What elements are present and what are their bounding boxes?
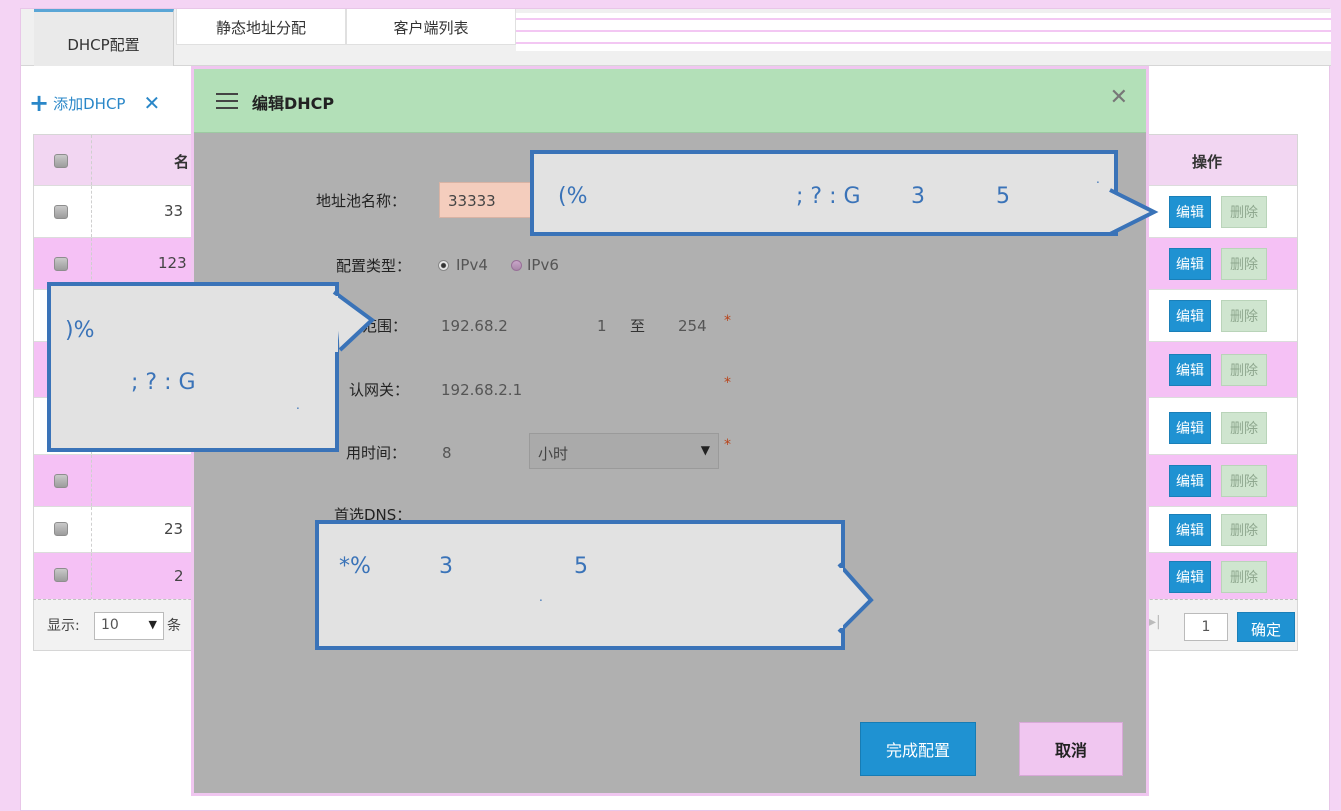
row-name: 123 [158, 254, 187, 272]
delete-button[interactable]: 删除 [1221, 300, 1267, 332]
required-mark: * [724, 375, 731, 391]
menu-icon [216, 93, 238, 109]
page-size-unit: 条 [167, 618, 181, 634]
row-checkbox[interactable] [54, 474, 68, 488]
edit-button[interactable]: 编辑 [1169, 248, 1211, 280]
required-mark: * [724, 313, 731, 329]
tooltip-bubble-bottom: *% 3 5 . [315, 520, 845, 650]
delete-button[interactable]: 删除 [1221, 561, 1267, 593]
page-size-label: 显示: [47, 618, 80, 634]
delete-button[interactable]: 删除 [1221, 248, 1267, 280]
range-start-last-input[interactable]: 1 [597, 317, 607, 335]
chevron-down-icon: ▼ [700, 443, 710, 457]
column-header-ops: 操作 [1192, 153, 1223, 171]
row-checkbox[interactable] [54, 568, 68, 582]
edit-button[interactable]: 编辑 [1169, 514, 1211, 546]
tooltip-pointer-bottom [837, 562, 874, 634]
tab-dhcp-config[interactable]: DHCP配置 [34, 9, 174, 66]
page-confirm-button[interactable]: 确定 [1237, 612, 1295, 642]
row-name: 23 [164, 520, 184, 538]
pool-name-input[interactable]: 33333 [439, 182, 534, 218]
cancel-button[interactable]: 取消 [1019, 722, 1123, 776]
edit-button[interactable]: 编辑 [1169, 561, 1211, 593]
tooltip-pointer-left [330, 290, 376, 352]
page-number-input[interactable]: 1 [1184, 613, 1228, 641]
delete-button[interactable]: 删除 [1221, 412, 1267, 444]
tooltip-bubble-left: )% ; ? : G . [47, 282, 339, 452]
range-end-input[interactable]: 254 [678, 317, 707, 335]
ipv4-label: IPv4 [456, 256, 488, 274]
close-x-icon[interactable]: ✕ [143, 91, 160, 115]
gateway-input[interactable]: 192.68.2.1 [441, 381, 522, 399]
config-type-label: 配置类型： [336, 257, 412, 275]
row-name: 33 [164, 202, 184, 220]
page-size-select[interactable]: 10 ▼ [94, 612, 164, 640]
lease-time-input[interactable]: 8 [442, 444, 452, 462]
ipv6-label: IPv6 [527, 256, 559, 274]
tab-client-list[interactable]: 客户端列表 [346, 9, 516, 45]
required-mark: * [724, 437, 731, 453]
edit-button[interactable]: 编辑 [1169, 196, 1211, 228]
tab-bar-decoration [516, 13, 1331, 51]
tab-static-address[interactable]: 静态地址分配 [176, 9, 346, 45]
radio-ipv4[interactable] [438, 257, 449, 273]
chevron-down-icon: ▼ [148, 618, 157, 631]
modal-title: 编辑DHCP [252, 94, 335, 113]
tooltip-bubble-top: (% ; ? : G 3 5 . [530, 150, 1118, 236]
modal-header: 编辑DHCP ✕ [194, 69, 1146, 133]
edit-button[interactable]: 编辑 [1169, 300, 1211, 332]
finish-config-button[interactable]: 完成配置 [860, 722, 976, 776]
last-page-icon[interactable]: ▸| [1149, 614, 1161, 630]
edit-button[interactable]: 编辑 [1169, 412, 1211, 444]
delete-button[interactable]: 删除 [1221, 196, 1267, 228]
close-icon[interactable]: ✕ [1110, 85, 1128, 110]
range-to-label: 至 [630, 317, 646, 335]
select-all-checkbox[interactable] [54, 154, 68, 168]
toolbar: + 添加DHCP ✕ [29, 91, 160, 115]
delete-button[interactable]: 删除 [1221, 514, 1267, 546]
row-name: 2 [174, 567, 184, 585]
pool-name-label: 地址池名称： [316, 192, 407, 210]
column-header-name: 名 [174, 153, 190, 171]
lease-unit-select[interactable]: 小时 ▼ [529, 433, 719, 469]
row-checkbox[interactable] [54, 522, 68, 536]
edit-button[interactable]: 编辑 [1169, 465, 1211, 497]
range-start-input[interactable]: 192.68.2 [441, 317, 508, 335]
add-dhcp-button[interactable]: 添加DHCP [53, 93, 125, 114]
lease-time-label: 用时间： [346, 444, 407, 462]
lease-unit-value: 小时 [538, 445, 569, 463]
plus-icon[interactable]: + [29, 91, 49, 115]
gateway-label: 认网关： [349, 381, 410, 399]
page-size-value: 10 [101, 617, 119, 633]
radio-ipv6[interactable] [511, 257, 522, 273]
row-checkbox[interactable] [54, 257, 68, 271]
tooltip-pointer-top [1108, 188, 1159, 236]
row-checkbox[interactable] [54, 205, 68, 219]
tab-bar: DHCP配置 静态地址分配 客户端列表 [21, 9, 1331, 66]
delete-button[interactable]: 删除 [1221, 465, 1267, 497]
edit-button[interactable]: 编辑 [1169, 354, 1211, 386]
delete-button[interactable]: 删除 [1221, 354, 1267, 386]
